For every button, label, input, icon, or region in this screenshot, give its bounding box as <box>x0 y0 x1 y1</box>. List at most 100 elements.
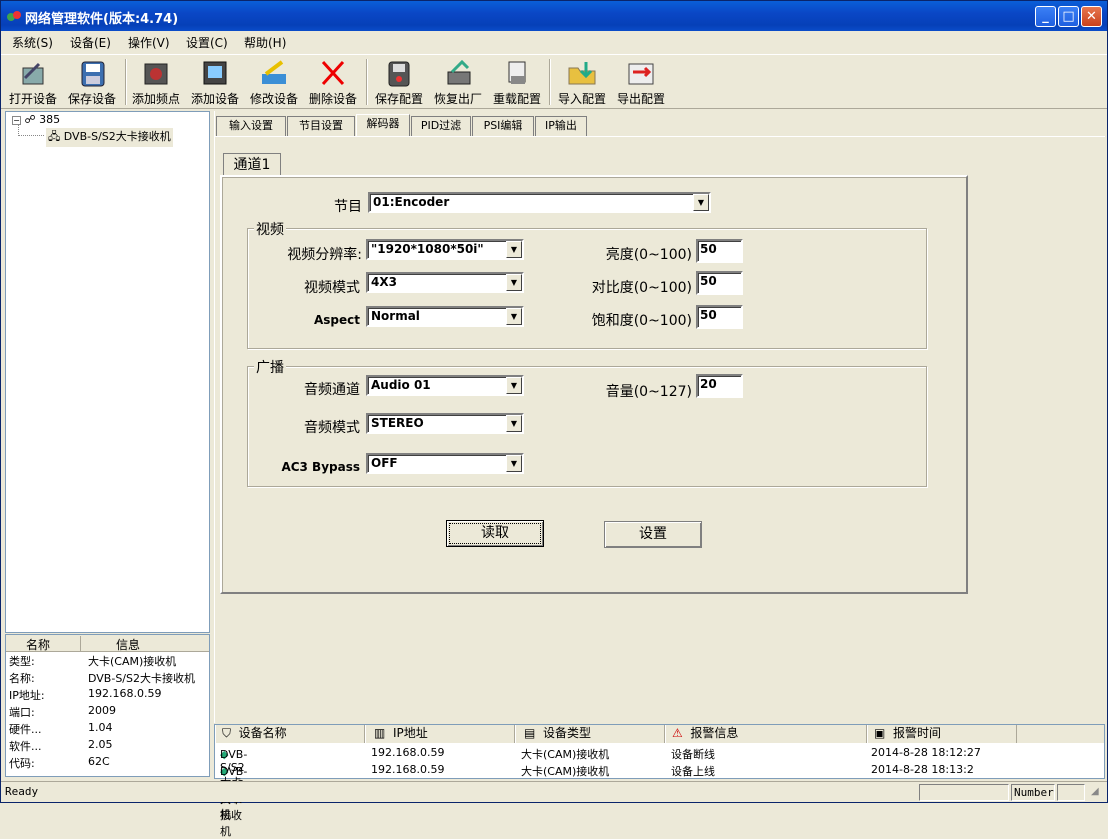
decoder-panel: 节目 01:Encoder ▼ 视频 视频分辨率: "1920*1080*50i"… <box>220 175 968 594</box>
clock-icon: ▣ <box>874 726 886 740</box>
col-device-name[interactable]: ⛉ 设备名称 <box>215 725 365 743</box>
ip-icon: ▥ <box>374 726 386 740</box>
contrast-input[interactable]: 50 <box>696 271 743 295</box>
contrast-label: 对比度(0~100) <box>591 280 692 296</box>
add-device-icon <box>203 61 227 85</box>
chevron-down-icon: ▼ <box>506 455 522 472</box>
add-frequency-button[interactable]: 添加频点 <box>128 58 184 108</box>
maximize-button[interactable]: □ <box>1058 6 1079 27</box>
audio-mode-select[interactable]: STEREO ▼ <box>366 413 524 434</box>
tab-ip-output[interactable]: IP输出 <box>535 116 587 136</box>
read-button[interactable]: 读取 <box>446 520 544 547</box>
tab-psi-edit[interactable]: PSI编辑 <box>472 116 534 136</box>
menu-operate[interactable]: 操作(V) <box>128 34 170 51</box>
resize-grip-icon[interactable]: ◢ <box>1091 786 1099 797</box>
tab-input-settings[interactable]: 输入设置 <box>216 116 286 136</box>
menu-device[interactable]: 设备(E) <box>70 34 111 51</box>
status-pane <box>919 784 1009 801</box>
tree-device-node[interactable]: 🖧 DVB-S/S2大卡接收机 <box>46 128 173 147</box>
chevron-down-icon: ▼ <box>506 377 522 394</box>
alarm-row[interactable]: ◆ DVB-S/S2大卡接收机 192.168.0.59 大卡(CAM)接收机 … <box>215 761 1104 838</box>
save-config-button[interactable]: 保存配置 <box>371 58 427 108</box>
status-num-lock: Number <box>1011 784 1055 801</box>
factory-reset-button[interactable]: 恢复出厂 <box>430 58 486 108</box>
toolbar: 打开设备 保存设备 添加频点 添加设备 修改设备 删除设备 保存配置 恢复出厂 … <box>1 54 1107 109</box>
info-row-code: 代码: 62C <box>9 755 110 770</box>
status-text: Ready <box>5 785 39 798</box>
menu-bar: 系统(S) 设备(E) 操作(V) 设置(C) 帮助(H) <box>1 31 1107 53</box>
info-col-name[interactable]: 名称 <box>26 636 50 653</box>
import-config-icon <box>568 62 596 85</box>
app-window: 网络管理软件(版本:4.74) _ □ ✕ 系统(S) 设备(E) 操作(V) … <box>0 0 1108 838</box>
window-title: 网络管理软件(版本:4.74) <box>25 12 179 27</box>
factory-reset-icon <box>447 59 471 85</box>
resolution-label: 视频分辨率: <box>287 247 362 263</box>
program-select[interactable]: 01:Encoder ▼ <box>368 192 711 213</box>
program-label: 节目 <box>334 199 362 215</box>
device-info-panel: 名称 信息 类型: 大卡(CAM)接收机 名称: DVB-S/S2大卡接收机 IP地… <box>5 634 210 777</box>
col-ip-address[interactable]: ▥ IP地址 <box>365 725 515 743</box>
device-icon: 🖧 <box>48 130 61 143</box>
aspect-select[interactable]: Normal ▼ <box>366 306 524 327</box>
menu-help[interactable]: 帮助(H) <box>244 34 286 51</box>
app-icon <box>7 11 21 21</box>
save-config-icon <box>388 61 410 87</box>
video-mode-select[interactable]: 4X3 ▼ <box>366 272 524 293</box>
tab-decoder[interactable]: 解码器 <box>356 114 410 137</box>
set-button[interactable]: 设置 <box>604 521 702 548</box>
alarm-list-header: ⛉ 设备名称 ▥ IP地址 ▤ 设备类型 ⚠ 报警信息 ▣ 报警时间 <box>215 725 1104 743</box>
col-alarm-time[interactable]: ▣ 报警时间 <box>867 725 1017 743</box>
modify-device-icon <box>262 60 286 84</box>
info-row-port: 端口: 2009 <box>9 704 116 719</box>
export-config-button[interactable]: 导出配置 <box>613 58 669 108</box>
video-group: 视频 视频分辨率: "1920*1080*50i" ▼ 视频模式 4X3 ▼ Asp… <box>247 219 927 349</box>
close-button[interactable]: ✕ <box>1081 6 1102 27</box>
open-device-icon <box>22 62 44 85</box>
saturation-label: 饱和度(0~100) <box>591 313 692 329</box>
chevron-down-icon: ▼ <box>506 308 522 325</box>
export-config-icon <box>628 63 654 85</box>
network-icon: ☍ <box>24 113 36 126</box>
volume-input[interactable]: 20 <box>696 374 743 398</box>
audio-channel-label: 音频通道 <box>304 382 360 398</box>
add-device-button[interactable]: 添加设备 <box>187 58 243 108</box>
device-icon: ⛉ <box>222 726 232 740</box>
import-config-button[interactable]: 导入配置 <box>554 58 610 108</box>
brightness-label: 亮度(0~100) <box>605 247 692 263</box>
saturation-input[interactable]: 50 <box>696 305 743 329</box>
info-row-name: 名称: DVB-S/S2大卡接收机 <box>9 672 195 685</box>
menu-settings[interactable]: 设置(C) <box>186 34 228 51</box>
alarm-list[interactable]: ⛉ 设备名称 ▥ IP地址 ▤ 设备类型 ⚠ 报警信息 ▣ 报警时间 ◆ DVB… <box>214 724 1105 838</box>
brightness-input[interactable]: 50 <box>696 239 743 263</box>
chevron-down-icon: ▼ <box>693 194 709 211</box>
tab-program-settings[interactable]: 节目设置 <box>287 116 355 136</box>
delete-device-button[interactable]: 删除设备 <box>305 58 361 108</box>
alarm-icon: ⚠ <box>672 726 683 740</box>
main-panel: 输入设置 节目设置 解码器 PID过滤 PSI编辑 IP输出 通道1 节目 01… <box>214 111 1105 723</box>
col-device-type[interactable]: ▤ 设备类型 <box>515 725 665 743</box>
open-device-button[interactable]: 打开设备 <box>5 58 61 108</box>
ac3-bypass-select[interactable]: OFF ▼ <box>366 453 524 474</box>
info-col-info[interactable]: 信息 <box>116 636 140 653</box>
audio-mode-label: 音频模式 <box>304 420 360 436</box>
modify-device-button[interactable]: 修改设备 <box>246 58 302 108</box>
ac3-bypass-label: AC3 Bypass <box>281 460 360 474</box>
minimize-button[interactable]: _ <box>1035 6 1056 27</box>
reload-config-button[interactable]: 重载配置 <box>489 58 545 108</box>
device-tree[interactable]: − ☍ 385 🖧 DVB-S/S2大卡接收机 <box>5 111 210 633</box>
tab-pid-filter[interactable]: PID过滤 <box>411 116 471 136</box>
chevron-down-icon: ▼ <box>506 415 522 432</box>
save-device-icon <box>81 61 105 87</box>
alarm-row[interactable]: ◆ DVB-S/S2大卡接收机 192.168.0.59 大卡(CAM)接收机 … <box>215 744 1104 821</box>
volume-label: 音量(0~127) <box>605 384 692 400</box>
tree-root[interactable]: − ☍ 385 <box>12 113 60 126</box>
title-bar[interactable]: 网络管理软件(版本:4.74) _ □ ✕ <box>1 1 1107 31</box>
col-alarm-info[interactable]: ⚠ 报警信息 <box>665 725 867 743</box>
audio-channel-select[interactable]: Audio 01 ▼ <box>366 375 524 396</box>
aspect-label: Aspect <box>313 313 360 327</box>
resolution-select[interactable]: "1920*1080*50i" ▼ <box>366 239 524 260</box>
save-device-button[interactable]: 保存设备 <box>64 58 120 108</box>
menu-system[interactable]: 系统(S) <box>12 34 53 51</box>
collapse-icon[interactable]: − <box>12 115 21 125</box>
tab-channel-1[interactable]: 通道1 <box>223 153 281 177</box>
